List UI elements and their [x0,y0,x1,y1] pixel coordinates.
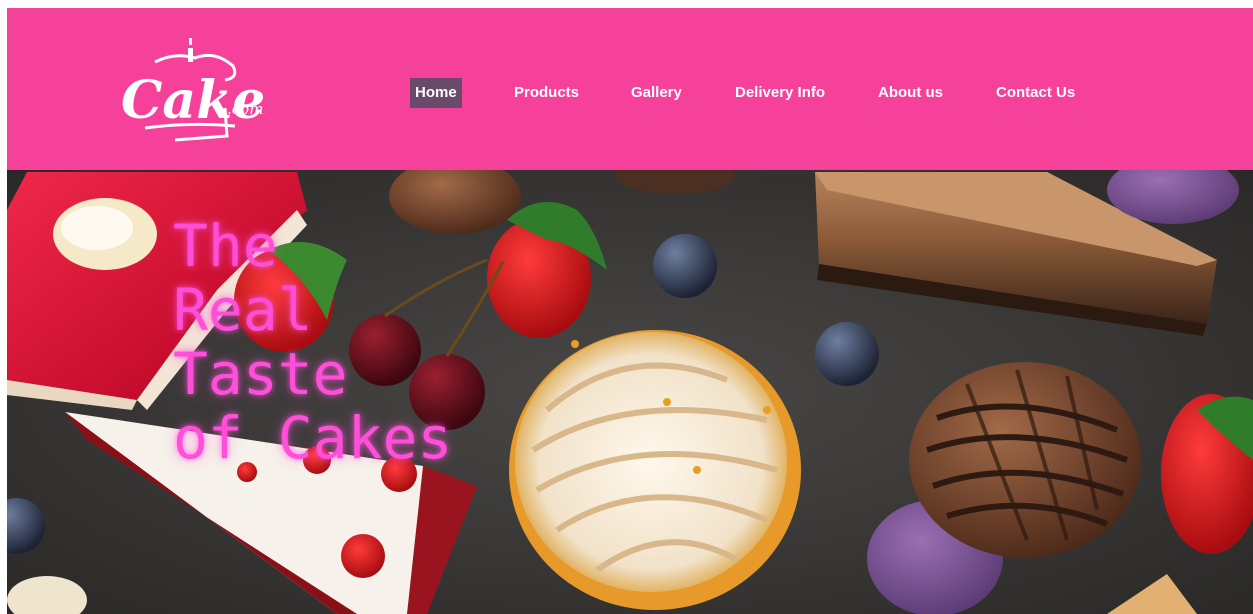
site-header: Cakes .com. Home Products Gallery Delive… [7,8,1253,170]
nav-gallery[interactable]: Gallery [631,78,682,108]
nav-delivery-info[interactable]: Delivery Info [735,78,825,108]
tagline-line: Real [173,276,313,344]
nav-home[interactable]: Home [410,78,462,108]
nav-about-us[interactable]: About us [878,78,943,108]
tagline-line: of Cakes [173,404,453,472]
nav-products[interactable]: Products [514,78,579,108]
tagline-line: Taste [173,340,348,408]
tagline-line: The [173,212,278,280]
hero-banner: The Real Taste of Cakes [7,170,1253,614]
hero-tagline: The Real Taste of Cakes [173,214,493,470]
nav-contact-us[interactable]: Contact Us [996,78,1075,108]
main-nav: Home Products Gallery Delivery Info Abou… [7,78,1253,108]
page: Cakes .com. Home Products Gallery Delive… [0,0,1253,614]
